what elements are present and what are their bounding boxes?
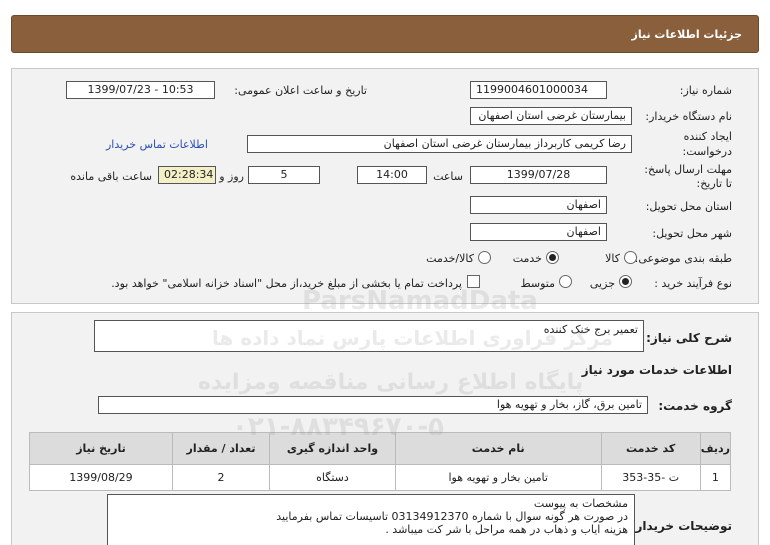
- category-radio-goods-service[interactable]: [478, 251, 491, 264]
- deadline-label-line2: تا تاریخ:: [696, 177, 732, 190]
- announce-label: تاریخ و ساعت اعلان عمومی:: [234, 84, 367, 97]
- remaining-time-field: 02:28:34: [158, 166, 216, 184]
- treasury-payment-checkbox[interactable]: [467, 275, 480, 288]
- col-need-date: تاریخ نیاز: [29, 432, 173, 465]
- cell-quantity: 2: [171, 464, 271, 491]
- need-number-label: شماره نیاز:: [679, 84, 732, 97]
- summary-field: تعمیر برج خنک کننده: [94, 320, 644, 352]
- category-option-goods-service: کالا/خدمت: [426, 252, 474, 265]
- cell-unit: دستگاه: [269, 464, 396, 491]
- cell-service-code: ت -35-353: [600, 464, 701, 491]
- page-title: جزئیات اطلاعات نیاز: [631, 28, 743, 41]
- cell-need-date: 1399/08/29: [29, 464, 173, 491]
- remaining-label: ساعت باقی مانده: [70, 170, 152, 183]
- category-option-service: خدمت: [512, 252, 542, 265]
- buyer-notes-line1: مشخصات به پیوست: [533, 497, 628, 510]
- announce-field: 1399/07/23 - 10:53: [66, 81, 215, 99]
- days-label: روز و: [219, 170, 244, 183]
- services-table: ردیف کد خدمت نام خدمت واحد اندازه گیری ت…: [29, 432, 732, 491]
- cell-row: 1: [699, 464, 732, 491]
- creator-field: رضا کریمی کاربرداز بیمارستان غرضی استان …: [247, 135, 632, 153]
- page-header: جزئیات اطلاعات نیاز: [11, 15, 759, 53]
- services-table-header: ردیف کد خدمت نام خدمت واحد اندازه گیری ت…: [29, 432, 732, 465]
- province-field: اصفهان: [470, 196, 607, 214]
- buyer-notes-label: توضیحات خریدار:: [630, 519, 732, 533]
- creator-label-line1: ایجاد کننده: [683, 130, 732, 143]
- services-section-title: اطلاعات خدمات مورد نیاز: [581, 363, 732, 377]
- process-label: نوع فرآیند خرید :: [654, 277, 732, 290]
- need-number-field: 1199004601000034: [470, 81, 607, 99]
- service-group-label: گروه خدمت:: [658, 399, 732, 413]
- summary-label: شرح کلی نیاز:: [646, 331, 732, 345]
- col-row: ردیف: [699, 432, 732, 465]
- category-radio-goods[interactable]: [624, 251, 637, 264]
- buyer-label: نام دستگاه خریدار:: [645, 110, 732, 123]
- buyer-notes-field: مشخصات به پیوست در صورت هر گونه سوال با …: [107, 494, 635, 545]
- deadline-time-label: ساعت: [433, 170, 463, 183]
- process-option-medium: متوسط: [520, 277, 555, 290]
- category-radio-service[interactable]: [546, 251, 559, 264]
- deadline-time-field: 14:00: [357, 166, 427, 184]
- col-unit: واحد اندازه گیری: [269, 432, 396, 465]
- city-label: شهر محل تحویل:: [652, 227, 732, 240]
- service-group-field: تامین برق، گاز، بخار و تهویه هوا: [98, 396, 648, 414]
- buyer-notes-line2: در صورت هر گونه سوال با شماره 0313491237…: [276, 510, 628, 523]
- buyer-contact-link[interactable]: اطلاعات تماس خریدار: [106, 138, 208, 151]
- deadline-label-line1: مهلت ارسال پاسخ:: [644, 163, 732, 176]
- deadline-date-field: 1399/07/28: [470, 166, 607, 184]
- col-service-code: کد خدمت: [600, 432, 701, 465]
- need-details-panel: [11, 68, 759, 304]
- city-field: اصفهان: [470, 223, 607, 241]
- buyer-field: بیمارستان غرضی استان اصفهان: [470, 107, 632, 125]
- cell-service-name: تامین بخار و تهویه هوا: [394, 464, 602, 491]
- days-field: 5: [248, 166, 320, 184]
- category-option-goods: کالا: [605, 252, 620, 265]
- province-label: استان محل تحویل:: [645, 200, 732, 213]
- process-radio-minor[interactable]: [619, 275, 632, 288]
- table-row: 1 ت -35-353 تامین بخار و تهویه هوا دستگا…: [29, 464, 732, 491]
- creator-label-line2: درخواست:: [682, 145, 732, 158]
- buyer-notes-line3: هزینه ایاب و ذهاب در همه مراحل با شر کت …: [385, 523, 628, 536]
- category-label: طبقه بندی موضوعی:: [634, 252, 732, 265]
- page: جزئیات اطلاعات نیاز شماره نیاز: 11990046…: [0, 0, 770, 545]
- process-option-minor: جزیی: [589, 277, 615, 290]
- col-quantity: تعداد / مقدار: [171, 432, 271, 465]
- treasury-payment-note: پرداخت تمام یا بخشی از مبلغ خرید،از محل …: [111, 277, 462, 290]
- process-radio-medium[interactable]: [559, 275, 572, 288]
- col-service-name: نام خدمت: [394, 432, 602, 465]
